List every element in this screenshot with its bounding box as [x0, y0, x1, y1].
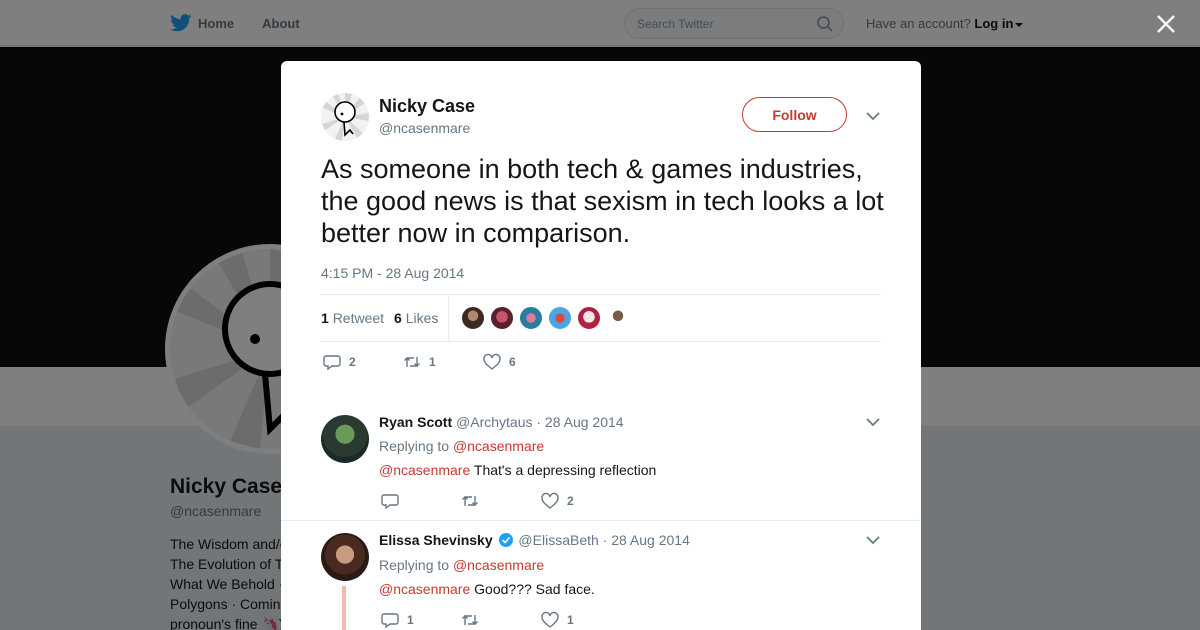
liker-avatars	[461, 306, 635, 330]
reply-button[interactable]: 2	[323, 353, 403, 371]
replying-to-handle[interactable]: @ncasenmare	[453, 557, 544, 573]
reply-text: @ncasenmare That's a depressing reflecti…	[379, 462, 656, 478]
close-icon[interactable]	[1156, 14, 1176, 34]
reply-mention[interactable]: @ncasenmare	[379, 581, 470, 597]
like-button[interactable]: 1	[541, 611, 574, 629]
reply-text: @ncasenmare Good??? Sad face.	[379, 581, 595, 597]
chevron-down-icon[interactable]	[866, 417, 880, 427]
reply-actions: 1 1	[381, 611, 574, 629]
reply-author-name[interactable]: Ryan Scott	[379, 414, 452, 430]
verified-badge-icon	[498, 533, 513, 547]
author-name[interactable]: Nicky Case	[379, 96, 475, 117]
like-button[interactable]: 2	[541, 492, 574, 510]
tweet-stats: 1 Retweet 6 Likes	[321, 294, 881, 342]
like-count: 2	[567, 494, 574, 508]
reply-avatar[interactable]	[321, 533, 369, 581]
reply-author-handle[interactable]: @Archytaus	[456, 414, 532, 430]
reply-date[interactable]: · 28 Aug 2014	[536, 414, 623, 430]
retweet-stat-label: Retweet	[332, 310, 385, 326]
replying-to: Replying to @ncasenmare	[379, 557, 544, 573]
replying-to-label: Replying to	[379, 557, 450, 573]
reply-body: Good??? Sad face.	[470, 581, 595, 597]
reply-count: 1	[407, 613, 414, 627]
reply-avatar[interactable]	[321, 415, 369, 463]
like-stat[interactable]: 6 Likes	[394, 310, 438, 326]
tweet-modal: Nicky Case @ncasenmare Follow As someone…	[281, 61, 921, 630]
liker-avatar[interactable]	[606, 306, 630, 330]
author-handle[interactable]: @ncasenmare	[379, 120, 470, 136]
reply-button[interactable]: 1	[381, 611, 461, 629]
liker-avatar[interactable]	[519, 306, 543, 330]
like-count: 6	[394, 310, 402, 326]
replying-to: Replying to @ncasenmare	[379, 438, 544, 454]
like-count-action: 6	[509, 355, 516, 369]
thread-connector-line	[342, 586, 346, 630]
heart-icon	[483, 353, 501, 370]
replying-to-label: Replying to	[379, 438, 450, 454]
tweet-actions: 2 1 6	[323, 353, 516, 371]
follow-button[interactable]: Follow	[742, 97, 847, 132]
tweet-timestamp[interactable]: 4:15 PM - 28 Aug 2014	[321, 265, 464, 281]
reply-icon	[381, 494, 399, 510]
retweet-icon	[462, 615, 478, 625]
chevron-down-icon[interactable]	[866, 535, 880, 545]
retweet-button[interactable]	[461, 492, 541, 510]
reply-date[interactable]: · 28 Aug 2014	[603, 532, 690, 548]
retweet-button[interactable]	[461, 611, 541, 629]
reply-author-handle[interactable]: @ElissaBeth	[518, 532, 598, 548]
liker-avatar[interactable]	[548, 306, 572, 330]
retweet-count-action: 1	[429, 355, 436, 369]
retweet-stat[interactable]: 1 Retweet	[321, 310, 384, 326]
chevron-down-icon[interactable]	[866, 111, 880, 121]
heart-icon	[541, 611, 559, 628]
reply-author-name[interactable]: Elissa Shevinsky	[379, 532, 493, 548]
replying-to-handle[interactable]: @ncasenmare	[453, 438, 544, 454]
retweet-button[interactable]: 1	[403, 353, 483, 371]
like-stat-label: Likes	[405, 310, 439, 326]
liker-avatar[interactable]	[577, 306, 601, 330]
sunburst-avatar-icon	[321, 93, 369, 141]
reply-header: Ryan Scott @Archytaus · 28 Aug 2014	[379, 414, 624, 430]
like-button[interactable]: 6	[483, 353, 516, 371]
reply-icon	[323, 355, 341, 371]
reply-header: Elissa Shevinsky @ElissaBeth · 28 Aug 20…	[379, 532, 690, 548]
reply-actions: 2	[381, 492, 574, 510]
reply-mention[interactable]: @ncasenmare	[379, 462, 470, 478]
liker-avatar[interactable]	[461, 306, 485, 330]
reply-count: 2	[349, 355, 356, 369]
heart-icon	[541, 492, 559, 509]
liker-avatar[interactable]	[490, 306, 514, 330]
reply-button[interactable]	[381, 492, 461, 510]
retweet-icon	[462, 496, 478, 506]
retweet-icon	[404, 357, 420, 367]
like-count: 1	[567, 613, 574, 627]
reply-divider	[281, 520, 921, 521]
reply-body: That's a depressing reflection	[470, 462, 657, 478]
author-avatar[interactable]	[321, 93, 369, 141]
tweet-text: As someone in both tech & games industri…	[321, 154, 884, 248]
reply-icon	[381, 613, 399, 629]
retweet-count: 1	[321, 310, 329, 326]
stats-divider	[448, 295, 449, 342]
